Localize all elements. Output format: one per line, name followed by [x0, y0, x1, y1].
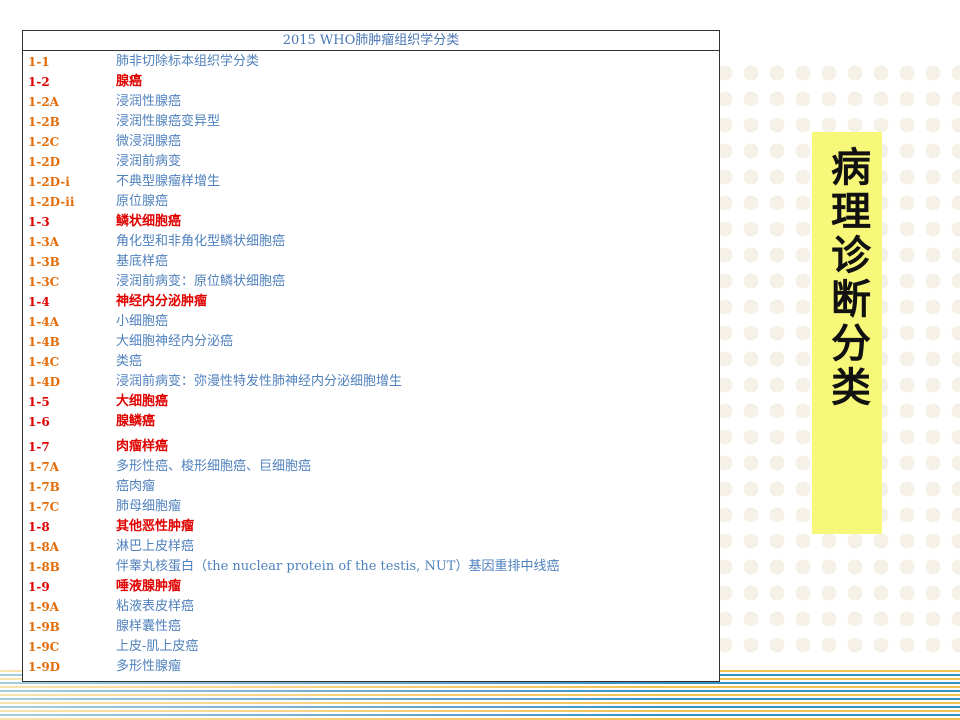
row-code: 1-3C [28, 275, 60, 289]
row-name: 唾液腺肿瘤 [116, 579, 182, 594]
row-name: 大细胞癌 [116, 394, 169, 409]
side-title-panel: 病理诊断分类 [812, 132, 882, 534]
table-row: 1-9B 腺样囊性癌 [23, 617, 719, 637]
row-code: 1-8B [28, 560, 60, 574]
row-code: 1-3 [28, 215, 50, 229]
table-row: 1-5 大细胞癌 [23, 392, 719, 412]
table-row: 1-2A 浸润性腺癌 [23, 92, 719, 112]
row-name: 浸润性腺癌 [116, 94, 182, 109]
row-name: 大细胞神经内分泌癌 [116, 334, 234, 349]
table-row: 1-2B 浸润性腺癌变异型 [23, 112, 719, 132]
table-row: 1-7 肉瘤样癌 [23, 437, 719, 457]
table-row: 1-9A 粘液表皮样癌 [23, 597, 719, 617]
row-name: 多形性腺瘤 [116, 659, 182, 674]
row-code: 1-2D [28, 155, 61, 169]
row-name: 肺母细胞瘤 [116, 499, 182, 514]
row-name: 腺癌 [116, 74, 143, 89]
row-name: 浸润前病变：弥漫性特发性肺神经内分泌细胞增生 [116, 374, 403, 389]
table-row: 1-9 唾液腺肿瘤 [23, 577, 719, 597]
row-name: 小细胞癌 [116, 314, 169, 329]
table-row: 1-4B 大细胞神经内分泌癌 [23, 332, 719, 352]
row-name: 癌肉瘤 [116, 479, 156, 494]
row-code: 1-4C [28, 355, 60, 369]
table-row: 1-2C 微浸润腺癌 [23, 132, 719, 152]
table-row: 1-7B 癌肉瘤 [23, 477, 719, 497]
row-code: 1-7 [28, 440, 50, 454]
row-name: 浸润前病变 [116, 154, 182, 169]
row-code: 1-3A [28, 235, 59, 249]
row-name: 肉瘤样癌 [116, 439, 169, 454]
table-row: 1-4C 类癌 [23, 352, 719, 372]
row-name: 肺非切除标本组织学分类 [116, 54, 260, 69]
row-name: 浸润前病变：原位鳞状细胞癌 [116, 274, 286, 289]
table-row: 1-2D-ii 原位腺癌 [23, 192, 719, 212]
row-code: 1-1 [28, 55, 50, 69]
row-code: 1-9 [28, 580, 50, 594]
row-code: 1-2A [28, 95, 59, 109]
row-code: 1-7C [28, 500, 60, 514]
row-code: 1-2D-i [28, 175, 70, 189]
row-name: 上皮-肌上皮癌 [116, 639, 199, 654]
row-name: 微浸润腺癌 [116, 134, 182, 149]
row-name: 鳞状细胞癌 [116, 214, 182, 229]
row-code: 1-9B [28, 620, 60, 634]
row-name: 腺鳞癌 [116, 414, 156, 429]
table-row: 1-3C 浸润前病变：原位鳞状细胞癌 [23, 272, 719, 292]
row-code: 1-5 [28, 395, 50, 409]
table-rows: 1-1 肺非切除标本组织学分类 1-2 腺癌 1-2A 浸润性腺癌 1-2B 浸润性腺癌变异型… [23, 51, 719, 677]
row-code: 1-4D [28, 375, 61, 389]
row-code: 1-7B [28, 480, 60, 494]
row-name: 其他恶性肿瘤 [116, 519, 195, 534]
row-code: 1-9C [28, 640, 60, 654]
row-code: 1-2C [28, 135, 60, 149]
table-row: 1-2D 浸润前病变 [23, 152, 719, 172]
row-name: 不典型腺瘤样增生 [116, 174, 221, 189]
table-row: 1-3 鳞状细胞癌 [23, 212, 719, 232]
table-row: 1-2D-i 不典型腺瘤样增生 [23, 172, 719, 192]
table-row: 1-3A 角化型和非角化型鳞状细胞癌 [23, 232, 719, 252]
row-code: 1-6 [28, 415, 50, 429]
table-row: 1-9D 多形性腺瘤 [23, 657, 719, 677]
row-code: 1-4A [28, 315, 59, 329]
row-name: 角化型和非角化型鳞状细胞癌 [116, 234, 286, 249]
row-name: 腺样囊性癌 [116, 619, 182, 634]
table-row: 1-8A 淋巴上皮样癌 [23, 537, 719, 557]
table-row: 1-4 神经内分泌肿瘤 [23, 292, 719, 312]
row-code: 1-2B [28, 115, 60, 129]
row-name: 基底样癌 [116, 254, 169, 269]
table-row: 1-9C 上皮-肌上皮癌 [23, 637, 719, 657]
table-row: 1-4A 小细胞癌 [23, 312, 719, 332]
table-row: 1-1 肺非切除标本组织学分类 [23, 52, 719, 72]
row-code: 1-4 [28, 295, 50, 309]
row-name: 多形性癌、梭形细胞癌、巨细胞癌 [116, 459, 312, 474]
row-name: 淋巴上皮样癌 [116, 539, 195, 554]
table-row: 1-4D 浸润前病变：弥漫性特发性肺神经内分泌细胞增生 [23, 372, 719, 392]
row-code: 1-2D-ii [28, 195, 75, 209]
row-name: 原位腺癌 [116, 194, 169, 209]
classification-table: 2015 WHO肺肿瘤组织学分类 1-1 肺非切除标本组织学分类 1-2 腺癌 1-2A… [22, 30, 720, 682]
row-code: 1-8 [28, 520, 50, 534]
table-row: 1-8 其他恶性肿瘤 [23, 517, 719, 537]
side-title: 病理诊断分类 [824, 146, 870, 410]
row-name: 浸润性腺癌变异型 [116, 114, 221, 129]
row-code: 1-9A [28, 600, 59, 614]
row-code: 1-9D [28, 660, 61, 674]
row-code: 1-2 [28, 75, 50, 89]
table-row: 1-6 腺鳞癌 [23, 412, 719, 432]
table-row: 1-7A 多形性癌、梭形细胞癌、巨细胞癌 [23, 457, 719, 477]
row-code: 1-3B [28, 255, 60, 269]
row-code: 1-8A [28, 540, 59, 554]
row-code: 1-4B [28, 335, 60, 349]
table-title: 2015 WHO肺肿瘤组织学分类 [23, 31, 719, 51]
table-row: 1-7C 肺母细胞瘤 [23, 497, 719, 517]
row-name: 粘液表皮样癌 [116, 599, 195, 614]
row-name: 类癌 [116, 354, 143, 369]
table-row: 1-3B 基底样癌 [23, 252, 719, 272]
row-name: 伴睾丸核蛋白（the nuclear protein of the testis… [116, 559, 560, 574]
table-row: 1-2 腺癌 [23, 72, 719, 92]
row-code: 1-7A [28, 460, 59, 474]
table-row: 1-8B 伴睾丸核蛋白（the nuclear protein of the te… [23, 557, 719, 577]
row-name: 神经内分泌肿瘤 [116, 294, 208, 309]
